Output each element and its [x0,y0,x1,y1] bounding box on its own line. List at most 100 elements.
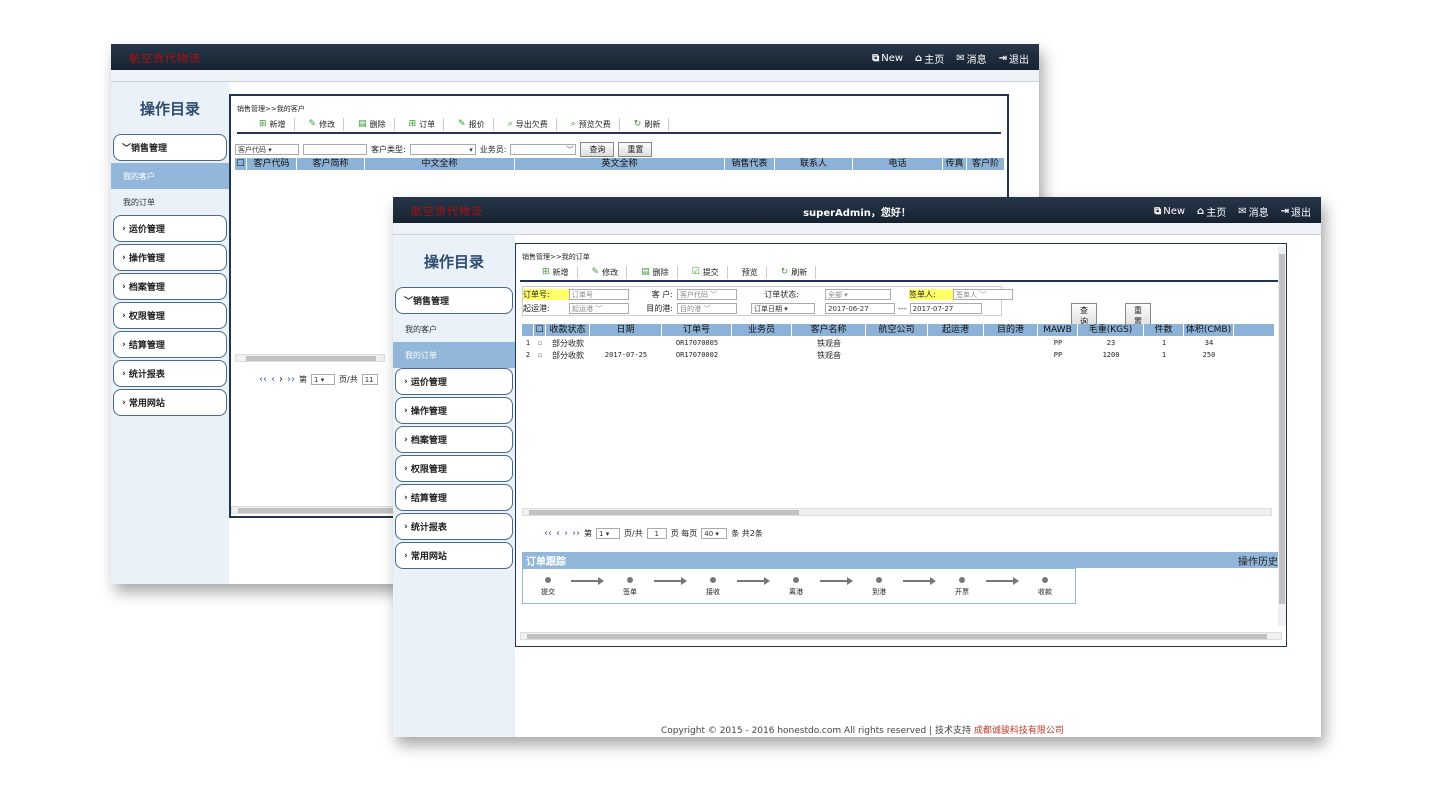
delete-button[interactable]: ▤ 删除 [350,117,395,131]
menu-operations[interactable]: › 操作管理 [113,244,227,271]
new-link[interactable]: ⧉ New [872,51,903,66]
page-select[interactable]: 1 ▾ [311,374,335,385]
add-button[interactable]: ⊞ 新增 [534,265,578,279]
last-page-icon[interactable]: ›› [287,374,295,385]
menu-settlement[interactable]: › 结算管理 [395,484,513,511]
table-scrollbar[interactable] [522,508,1272,516]
menu-rates[interactable]: › 运价管理 [395,368,513,395]
sidebar: 操作目录 ﹀ 销售管理 我的客户 我的订单 › 运价管理 › 操作管理 › 档案… [393,235,515,737]
table-row[interactable]: 1 ☐ 部分收款 OR17070005 铁观音 PP 23 1 34 [522,337,1234,349]
message-link[interactable]: ✉ 消息 [956,51,986,66]
signer-select[interactable]: 签单人 ﹀ [953,289,1013,300]
toolbar: ⊞ 新增 ✎ 修改 ▤ 删除 ☑ 提交 预览 ↻ 刷新 [520,264,1282,282]
menu-rates[interactable]: › 运价管理 [113,215,227,242]
preview-arrears-button[interactable]: ⌕ 预览欠费 [563,117,620,131]
new-link[interactable]: ⧉ New [1154,204,1185,219]
menu-archives[interactable]: › 档案管理 [113,273,227,300]
trash-icon: ▤ [641,267,650,277]
arrow-icon [571,577,604,585]
logout-icon: ⇥ [998,53,1007,64]
order-button[interactable]: ⊞ 订单 [401,117,445,131]
dest-select[interactable]: 目的港 ﹀ [677,303,737,314]
order-no-input[interactable]: 订单号 [569,289,629,300]
edit-icon: ✎ [591,267,600,277]
next-page-icon[interactable]: › [279,374,283,385]
next-page-icon[interactable]: › [564,528,568,539]
menu-permissions[interactable]: › 权限管理 [395,455,513,482]
reset-button[interactable]: 重置 [618,142,653,157]
menu-sales[interactable]: ﹀ 销售管理 [113,134,227,161]
refresh-button[interactable]: ↻ 刷新 [626,117,670,131]
select-all-checkbox[interactable]: ☐ [534,324,546,336]
menu-reports[interactable]: › 统计报表 [395,513,513,540]
main-panel: 销售管理>>我的订单 ⊞ 新增 ✎ 修改 ▤ 删除 ☑ 提交 预览 ↻ 刷新 订单号: 订… [515,243,1287,647]
date-type-select[interactable]: 订单日期 ▾ [751,303,815,314]
date-to-input[interactable]: 2017-07-27 [909,303,982,314]
home-link[interactable]: ⌂ 主页 [1197,204,1226,219]
logout-icon: ⇥ [1280,206,1289,217]
select-all-checkbox[interactable]: ☐ [235,158,247,170]
per-page-select[interactable]: 40 ▾ [701,528,728,539]
top-nav: ⧉ New ⌂ 主页 ✉ 消息 ⇥ 退出 [1154,204,1311,219]
first-page-icon[interactable]: ‹‹ [544,528,552,539]
sub-my-orders[interactable]: 我的订单 [111,189,229,215]
horizontal-scrollbar[interactable] [235,354,385,362]
query-button[interactable]: 查询 [580,142,615,157]
page-select[interactable]: 1 ▾ [596,528,620,539]
sub-my-customers[interactable]: 我的客户 [111,163,229,189]
mail-icon: ✉ [956,53,965,64]
menu-websites[interactable]: › 常用网站 [395,542,513,569]
menu-permissions[interactable]: › 权限管理 [113,302,227,329]
home-icon: ⌂ [1197,206,1205,217]
last-page-icon[interactable]: ›› [572,528,580,539]
code-input[interactable] [303,144,367,155]
search-icon: ⌕ [507,119,513,129]
quote-button[interactable]: ✎ 报价 [450,117,494,131]
row-checkbox[interactable]: ☐ [534,351,546,359]
submit-button[interactable]: ☑ 提交 [684,265,728,279]
menu-websites[interactable]: › 常用网站 [113,389,227,416]
menu-reports[interactable]: › 统计报表 [113,360,227,387]
preview-button[interactable]: 预览 [734,265,767,279]
arrow-icon [820,577,853,585]
menu-settlement[interactable]: › 结算管理 [113,331,227,358]
add-button[interactable]: ⊞ 新增 [251,117,295,131]
top-nav: ⧉ New ⌂ 主页 ✉ 消息 ⇥ 退出 [872,51,1029,66]
edit-button[interactable]: ✎ 修改 [301,117,345,131]
refresh-button[interactable]: ↻ 刷新 [773,265,817,279]
logout-link[interactable]: ⇥ 退出 [999,51,1029,66]
new-icon: ⧉ [1154,206,1162,217]
sub-my-orders[interactable]: 我的订单 [393,342,515,368]
menu-operations[interactable]: › 操作管理 [395,397,513,424]
delete-button[interactable]: ▤ 删除 [633,265,678,279]
status-select[interactable]: 全部 ▾ [825,289,891,300]
type-select[interactable]: ▾ [409,144,476,155]
menu-archives[interactable]: › 档案管理 [395,426,513,453]
company-link[interactable]: 成都诚骏科技有限公司 [974,726,1064,736]
sidebar: 操作目录 ﹀ 销售管理 我的客户 我的订单 › 运价管理 › 操作管理 › 档案… [111,82,229,584]
bottom-scrollbar[interactable] [520,632,1282,640]
sub-my-customers[interactable]: 我的客户 [393,316,515,342]
row-checkbox[interactable]: ☐ [534,339,546,347]
edit-button[interactable]: ✎ 修改 [584,265,628,279]
total-pages: 1 [646,528,667,539]
prev-page-icon[interactable]: ‹ [271,374,275,385]
history-link[interactable]: 操作历史 [1238,553,1278,568]
table-row[interactable]: 2 ☐ 部分收款 2017-07-25 OR17070002 铁观音 PP 12… [522,349,1234,361]
logout-link[interactable]: ⇥ 退出 [1281,204,1311,219]
vertical-scrollbar[interactable] [1278,246,1286,626]
home-link[interactable]: ⌂ 主页 [915,51,944,66]
customer-select[interactable]: 客户代码 ﹀ [677,289,737,300]
footer: Copyright © 2015 - 2016 honestdo.com All… [661,726,1064,736]
code-select[interactable]: 客户代码 ▾ [235,144,299,155]
origin-select[interactable]: 起运港 ﹀ [569,303,629,314]
export-arrears-button[interactable]: ⌕ 导出欠费 [500,117,557,131]
message-link[interactable]: ✉ 消息 [1238,204,1268,219]
step-collect: 收款 [1030,577,1060,597]
first-page-icon[interactable]: ‹‹ [259,374,267,385]
sales-select[interactable]: ﹀ [510,144,577,155]
menu-sales[interactable]: ﹀ 销售管理 [395,287,513,314]
date-from-input[interactable]: 2017-06-27 [825,303,895,314]
prev-page-icon[interactable]: ‹ [556,528,560,539]
front-window: 航空货代物流 superAdmin，您好！ ⧉ New ⌂ 主页 ✉ 消息 ⇥ 退出 操… [393,197,1321,737]
